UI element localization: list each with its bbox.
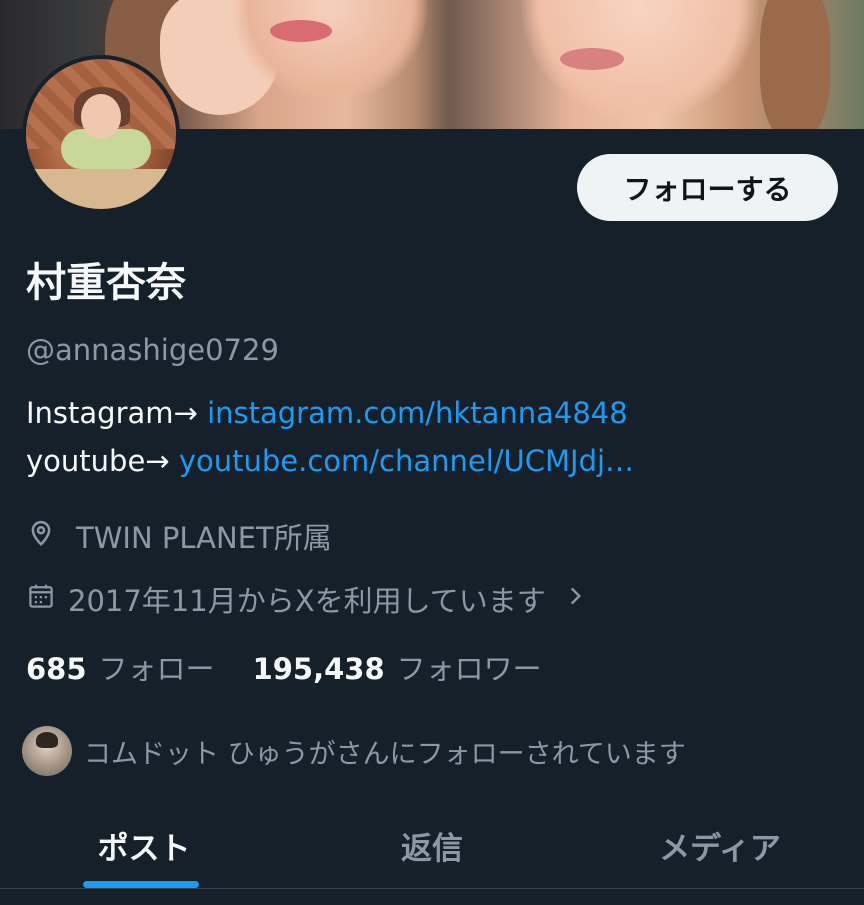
profile-location: TWIN PLANET所属 [26, 515, 332, 557]
follow-stats: 685 フォロー 195,438 フォロワー [26, 646, 542, 688]
followers-label: フォロワー [396, 652, 542, 686]
following-count: 685 [26, 652, 87, 686]
profile-tabs: ポスト 返信 メディア [0, 800, 864, 890]
chevron-right-icon [562, 582, 588, 617]
following-label: フォロー [98, 652, 215, 686]
youtube-link[interactable]: youtube.com/channel/UCMJdj… [179, 444, 634, 478]
followers-stat[interactable]: 195,438 フォロワー [253, 646, 542, 688]
instagram-link[interactable]: instagram.com/hktanna4848 [207, 396, 628, 430]
profile-page: フォローする 村重杏奈 @annashige0729 Instagram→ in… [0, 0, 864, 905]
followed-by-text: コムドット ひゅうがさんにフォローされています [84, 738, 686, 770]
tabs-divider [0, 888, 864, 889]
display-name: 村重杏奈 [26, 260, 186, 306]
followers-count: 195,438 [252, 652, 385, 686]
bio-label-youtube: youtube→ [26, 444, 179, 478]
profile-avatar[interactable] [22, 55, 180, 213]
follower-avatar [22, 726, 72, 776]
bio-line-instagram: Instagram→ instagram.com/hktanna4848 [26, 396, 628, 430]
active-tab-indicator [83, 881, 199, 888]
tab-replies[interactable]: 返信 [288, 800, 576, 890]
calendar-icon [26, 581, 56, 618]
followed-by-row[interactable]: コムドット ひゅうがさんにフォローされています [22, 726, 686, 776]
location-pin-icon [26, 518, 56, 555]
bio-line-youtube: youtube→ youtube.com/channel/UCMJdj… [26, 444, 634, 478]
join-date-text: 2017年11月からXを利用しています [68, 584, 546, 618]
follow-button[interactable]: フォローする [577, 154, 838, 221]
tab-media[interactable]: メディア [576, 800, 864, 890]
user-handle: @annashige0729 [26, 333, 279, 367]
profile-join-date[interactable]: 2017年11月からXを利用しています [26, 578, 588, 620]
location-text: TWIN PLANET所属 [76, 521, 332, 555]
following-stat[interactable]: 685 フォロー [26, 646, 215, 688]
bio-label-instagram: Instagram→ [26, 396, 208, 430]
tab-posts[interactable]: ポスト [0, 800, 288, 890]
